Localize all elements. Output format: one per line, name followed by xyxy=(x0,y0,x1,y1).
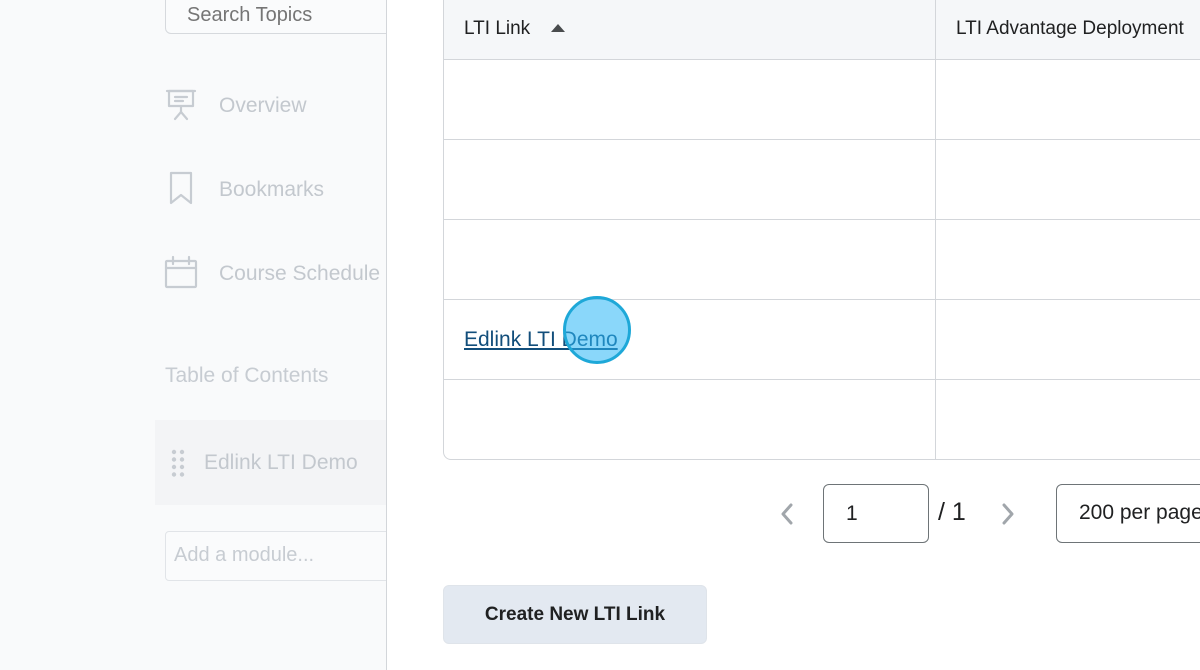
table-cell-deployment xyxy=(936,220,1200,299)
toc-item-label: Edlink LTI Demo xyxy=(204,450,358,474)
sidebar: Overview Bookmarks Course Schedule Table… xyxy=(0,0,405,670)
sidebar-item-course-schedule[interactable]: Course Schedule xyxy=(163,254,380,294)
lti-link-edlink-demo[interactable]: Edlink LTI Demo xyxy=(464,328,618,352)
toc-item-edlink-lti-demo[interactable]: Edlink LTI Demo xyxy=(155,420,395,505)
sidebar-item-label: Overview xyxy=(219,94,307,117)
sidebar-item-label: Course Schedule xyxy=(219,262,381,285)
toc-heading: Table of Contents xyxy=(165,364,329,387)
table-row xyxy=(444,139,1200,219)
presentation-board-icon xyxy=(163,86,199,127)
sidebar-item-label: Bookmarks xyxy=(219,178,325,201)
add-module-input[interactable]: Add a module... xyxy=(165,531,405,581)
table-cell-link: Edlink LTI Demo xyxy=(444,300,936,379)
drag-handle-icon[interactable] xyxy=(170,448,186,478)
table-cell-link xyxy=(444,380,936,459)
sidebar-item-overview[interactable]: Overview xyxy=(163,86,307,126)
table-cell-deployment xyxy=(936,380,1200,459)
page-total: / 1 xyxy=(938,498,966,526)
sidebar-item-bookmarks[interactable]: Bookmarks xyxy=(163,170,324,210)
table-cell-deployment xyxy=(936,300,1200,379)
table-cell-link xyxy=(444,220,936,299)
lti-links-table: LTI Link LTI Advantage Deployment Edlink… xyxy=(443,0,1200,460)
create-new-lti-link-button[interactable]: Create New LTI Link xyxy=(443,585,707,644)
table-cell-deployment xyxy=(936,60,1200,139)
page-number-input[interactable] xyxy=(823,484,929,543)
calendar-icon xyxy=(163,254,199,295)
search-topics-input[interactable] xyxy=(165,0,405,34)
table-row xyxy=(444,59,1200,139)
per-page-select[interactable]: 200 per page xyxy=(1056,484,1200,543)
lti-link-dialog: LTI Link LTI Advantage Deployment Edlink… xyxy=(386,0,1200,670)
column-header-lti-link[interactable]: LTI Link xyxy=(444,0,936,59)
column-header-label: LTI Advantage Deployment xyxy=(956,18,1184,39)
next-page-icon[interactable] xyxy=(996,502,1018,526)
sort-ascending-icon[interactable] xyxy=(530,20,566,38)
bookmark-icon xyxy=(163,170,199,211)
table-row: Edlink LTI Demo xyxy=(444,299,1200,379)
table-cell-link xyxy=(444,60,936,139)
table-row xyxy=(444,219,1200,299)
table-header-row: LTI Link LTI Advantage Deployment xyxy=(444,0,1200,59)
previous-page-icon[interactable] xyxy=(777,502,799,526)
table-cell-link xyxy=(444,140,936,219)
table-row xyxy=(444,379,1200,459)
pagination: / 1 200 per page xyxy=(387,484,1200,544)
table-cell-deployment xyxy=(936,140,1200,219)
column-header-label: LTI Link xyxy=(464,18,531,39)
column-header-lti-advantage-deployment[interactable]: LTI Advantage Deployment xyxy=(936,0,1200,59)
